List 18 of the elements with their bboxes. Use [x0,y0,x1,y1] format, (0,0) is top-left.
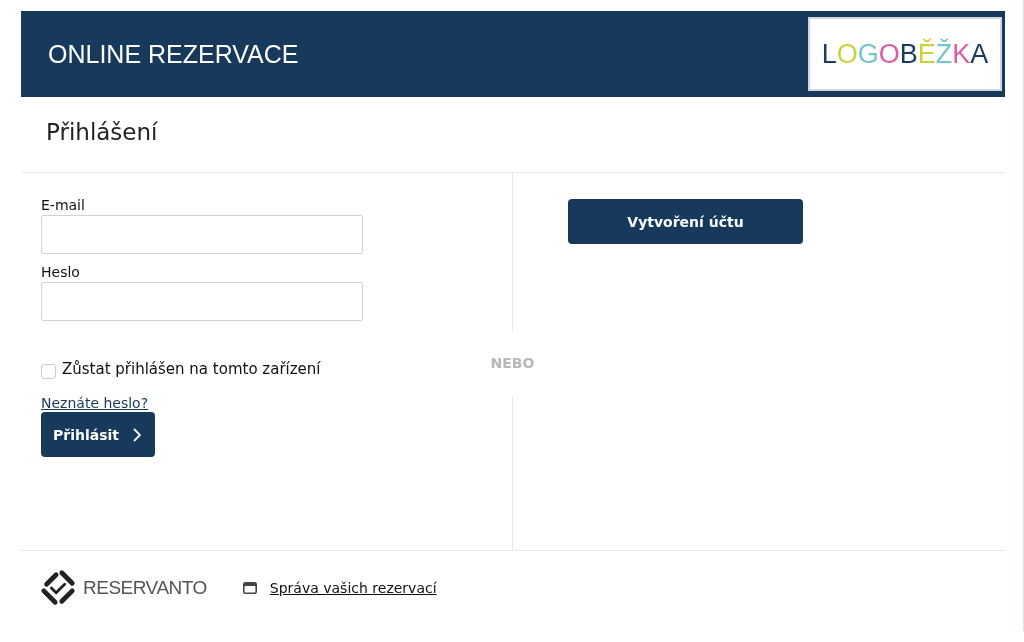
separator-label: NEBO [490,354,535,373]
chevron-right-icon [133,427,141,442]
calendar-icon [242,582,257,594]
create-account-button[interactable]: Vytvoření účtu [568,199,803,244]
logo: LOGOBĚŽKA [808,17,1002,91]
remember-label: Zůstat přihlášen na tomto zařízení [62,360,321,378]
diamond-check-icon [39,569,77,607]
section-title: Přihlášení [21,97,1005,173]
password-field[interactable] [41,282,363,321]
brand-name: RESERVANTO [83,577,207,599]
remember-checkbox[interactable] [41,364,56,379]
field-label: Heslo [41,264,80,280]
field-label: E-mail [41,197,85,213]
page-heading: ONLINE REZERVACE [48,39,299,69]
login-button[interactable]: Přihlásit [41,412,155,457]
email-field[interactable] [41,215,363,254]
manage-reservations-link[interactable]: Správa vašich rezervací [269,580,437,596]
forgot-password-link[interactable]: Neznáte heslo? [41,395,149,411]
